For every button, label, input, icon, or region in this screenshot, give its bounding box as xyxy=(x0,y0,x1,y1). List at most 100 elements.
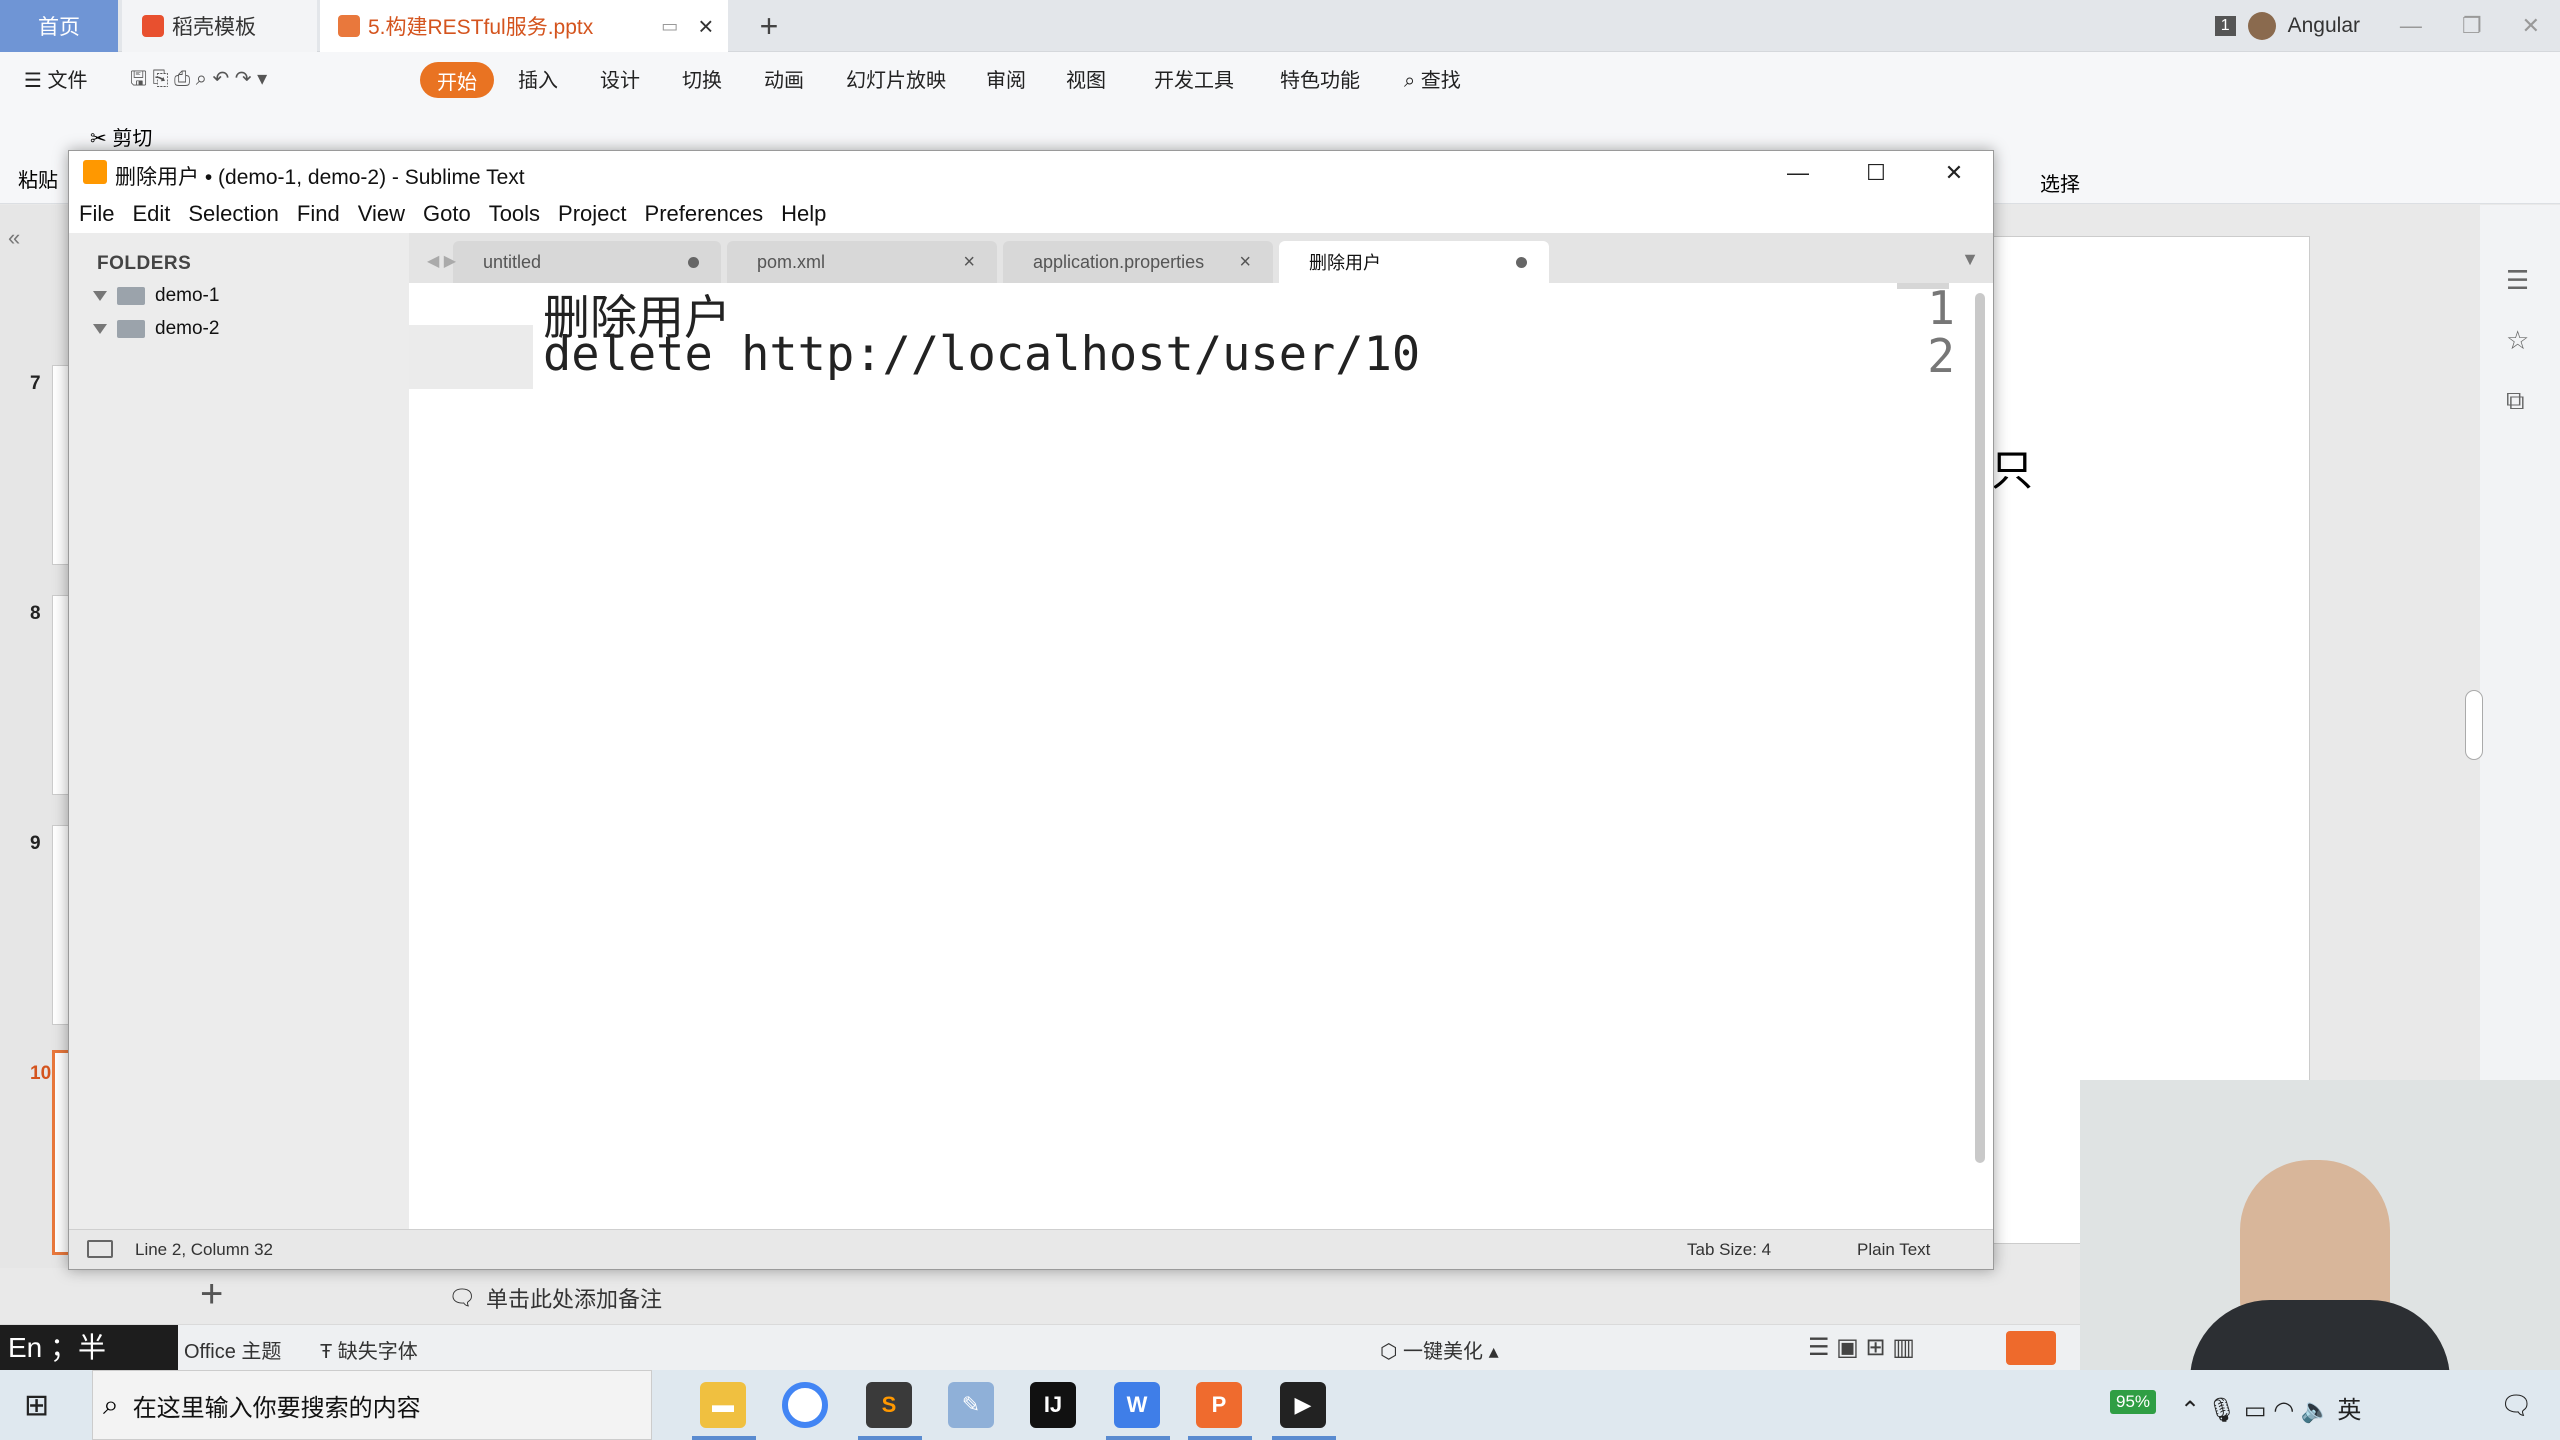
taskbar-search[interactable]: ⌕ 在这里输入你要搜索的内容 xyxy=(92,1370,652,1440)
tab-delete-user[interactable]: 删除用户 xyxy=(1279,241,1549,283)
menu-transition[interactable]: 切换 xyxy=(682,64,722,93)
menu-insert[interactable]: 插入 xyxy=(518,64,558,93)
quick-access-icons[interactable]: 🖫 ⎘ ⎙ ⌕ ↶ ↷ ▾ xyxy=(130,64,267,98)
paint-icon[interactable]: ✎ xyxy=(948,1382,994,1428)
folder-demo-2[interactable]: demo-2 xyxy=(93,318,219,340)
tab-home[interactable]: 首页 xyxy=(0,0,118,52)
maximize-button[interactable]: ☐ xyxy=(1837,151,1915,195)
menu-slideshow[interactable]: 幻灯片放映 xyxy=(846,64,946,93)
menu-tools[interactable]: Tools xyxy=(489,201,540,227)
current-line-gutter-highlight xyxy=(409,325,533,389)
unsaved-dot-icon[interactable] xyxy=(688,256,699,268)
sublime-text-icon[interactable]: S xyxy=(866,1382,912,1428)
expand-arrow-icon[interactable] xyxy=(93,324,107,334)
menu-animation[interactable]: 动画 xyxy=(764,64,804,93)
minimize-button[interactable]: — xyxy=(1759,151,1837,195)
screen-recorder-icon[interactable]: ▶ xyxy=(1280,1382,1326,1428)
wps-tab-bar: 首页 稻壳模板 5.构建RESTful服务.pptx ▭ × + 1 Angul… xyxy=(0,0,2560,52)
close-tab-icon[interactable]: × xyxy=(698,11,713,42)
minimap[interactable] xyxy=(1897,283,1949,289)
editor-scrollbar[interactable] xyxy=(1975,293,1985,1163)
battery-indicator[interactable]: 95% xyxy=(2110,1390,2157,1414)
chrome-icon[interactable] xyxy=(782,1382,828,1428)
tab-nav-arrows-icon[interactable]: ◀ ▶ xyxy=(427,251,456,271)
menu-selection[interactable]: Selection xyxy=(188,201,279,227)
new-tab-button[interactable]: + xyxy=(748,0,790,52)
vertical-scrollbar-thumb[interactable] xyxy=(2465,690,2483,760)
menu-file[interactable]: ☰ 文件 xyxy=(24,64,88,93)
tab-daoke-templates[interactable]: 稻壳模板 xyxy=(122,0,317,52)
user-area[interactable]: 1 Angular xyxy=(2214,0,2360,52)
tab-label: pom.xml xyxy=(757,251,826,272)
theme-label[interactable]: Office 主题 xyxy=(184,1335,281,1364)
tab-pptx-document[interactable]: 5.构建RESTful服务.pptx ▭ × xyxy=(320,0,728,52)
comment-icon[interactable]: ⧉ xyxy=(2506,385,2525,417)
menu-view[interactable]: 视图 xyxy=(1066,64,1106,93)
system-tray-icons[interactable]: ⌃ 🎙 ▭ ◠ 🔈 英 xyxy=(2180,1390,2361,1425)
folder-icon xyxy=(117,287,145,305)
file-explorer-icon[interactable]: ▬ xyxy=(700,1382,746,1428)
tab-list-dropdown-icon[interactable]: ▼ xyxy=(1961,249,1979,270)
settings-sliders-icon[interactable]: ☰ xyxy=(2506,265,2529,296)
line-number: 1 xyxy=(1927,281,1955,335)
notification-icon[interactable]: 🗨 xyxy=(2500,1390,2533,1421)
cursor-position: Line 2, Column 32 xyxy=(135,1240,273,1259)
menu-special[interactable]: 特色功能 xyxy=(1280,64,1360,93)
play-slideshow-button[interactable] xyxy=(2006,1331,2056,1365)
close-tab-icon[interactable]: × xyxy=(1239,251,1251,274)
menu-file[interactable]: File xyxy=(79,201,114,227)
menu-edit[interactable]: Edit xyxy=(132,201,170,227)
missing-font-button[interactable]: Ŧ 缺失字体 xyxy=(320,1335,418,1364)
menu-view[interactable]: View xyxy=(358,201,405,227)
add-slide-icon[interactable]: + xyxy=(200,1272,223,1317)
tab-size-indicator[interactable]: Tab Size: 4 xyxy=(1687,1240,1771,1260)
panel-toggle-icon[interactable] xyxy=(87,1240,113,1258)
windows-start-icon[interactable]: ⊞ xyxy=(24,1388,49,1423)
intellij-icon[interactable]: IJ xyxy=(1030,1382,1076,1428)
menu-help[interactable]: Help xyxy=(781,201,826,227)
taskbar-active-indicator xyxy=(692,1436,756,1440)
expand-arrow-icon[interactable] xyxy=(93,291,107,301)
folder-demo-1[interactable]: demo-1 xyxy=(93,285,219,307)
wps-writer-icon[interactable]: W xyxy=(1114,1382,1160,1428)
cut-button[interactable]: ✂ 剪切 xyxy=(90,122,152,151)
code-editor[interactable]: 1 2 删除用户 delete http://localhost/user/10 xyxy=(409,281,1993,1229)
tab-label: untitled xyxy=(483,251,542,272)
beautify-button[interactable]: ⬡ 一键美化 ▴ xyxy=(1380,1335,1499,1364)
menu-find[interactable]: ⌕ 查找 xyxy=(1404,64,1461,93)
menu-preferences[interactable]: Preferences xyxy=(645,201,764,227)
tab-application-properties[interactable]: application.properties × xyxy=(1003,241,1273,283)
star-icon[interactable]: ☆ xyxy=(2506,325,2529,356)
paste-button[interactable]: 粘贴 xyxy=(18,164,58,193)
menu-start[interactable]: 开始 xyxy=(420,62,494,98)
search-placeholder: 在这里输入你要搜索的内容 xyxy=(132,1394,421,1422)
menu-review[interactable]: 审阅 xyxy=(986,64,1026,93)
minimize-icon[interactable]: — xyxy=(2400,13,2422,39)
taskbar-active-indicator xyxy=(1106,1436,1170,1440)
menu-goto[interactable]: Goto xyxy=(423,201,471,227)
restore-tab-icon[interactable]: ▭ xyxy=(661,16,678,37)
folder-label: demo-2 xyxy=(155,318,220,339)
close-button[interactable]: ✕ xyxy=(1915,151,1993,195)
close-icon[interactable]: ✕ xyxy=(2522,13,2540,39)
menu-design[interactable]: 设计 xyxy=(600,64,640,93)
menu-find[interactable]: Find xyxy=(297,201,340,227)
unsaved-dot-icon[interactable] xyxy=(1516,256,1527,268)
menu-developer[interactable]: 开发工具 xyxy=(1154,64,1234,93)
user-name: Angular xyxy=(2287,14,2360,37)
search-icon: ⌕ xyxy=(103,1388,119,1420)
syntax-indicator[interactable]: Plain Text xyxy=(1857,1240,1930,1260)
collapse-panel-icon[interactable]: « xyxy=(8,225,20,251)
notes-placeholder[interactable]: 🗨 单击此处添加备注 xyxy=(448,1282,662,1314)
wps-presentation-icon[interactable]: P xyxy=(1196,1382,1242,1428)
wps-menu-bar: ☰ 文件 🖫 ⎘ ⎙ ⌕ ↶ ↷ ▾ 开始 插入 设计 切换 动画 幻灯片放映 … xyxy=(0,52,2560,108)
window-count-badge: 1 xyxy=(2214,16,2236,36)
close-tab-icon[interactable]: × xyxy=(963,251,975,274)
view-mode-icons[interactable]: ☰ ▣ ⊞ ▥ xyxy=(1808,1333,1915,1362)
restore-icon[interactable]: ❐ xyxy=(2462,13,2482,39)
ime-indicator[interactable]: En ；半 xyxy=(0,1325,178,1371)
menu-project[interactable]: Project xyxy=(558,201,626,227)
tab-pom-xml[interactable]: pom.xml × xyxy=(727,241,997,283)
select-button[interactable]: 选择 xyxy=(2040,168,2080,197)
tab-untitled[interactable]: untitled xyxy=(453,241,721,283)
